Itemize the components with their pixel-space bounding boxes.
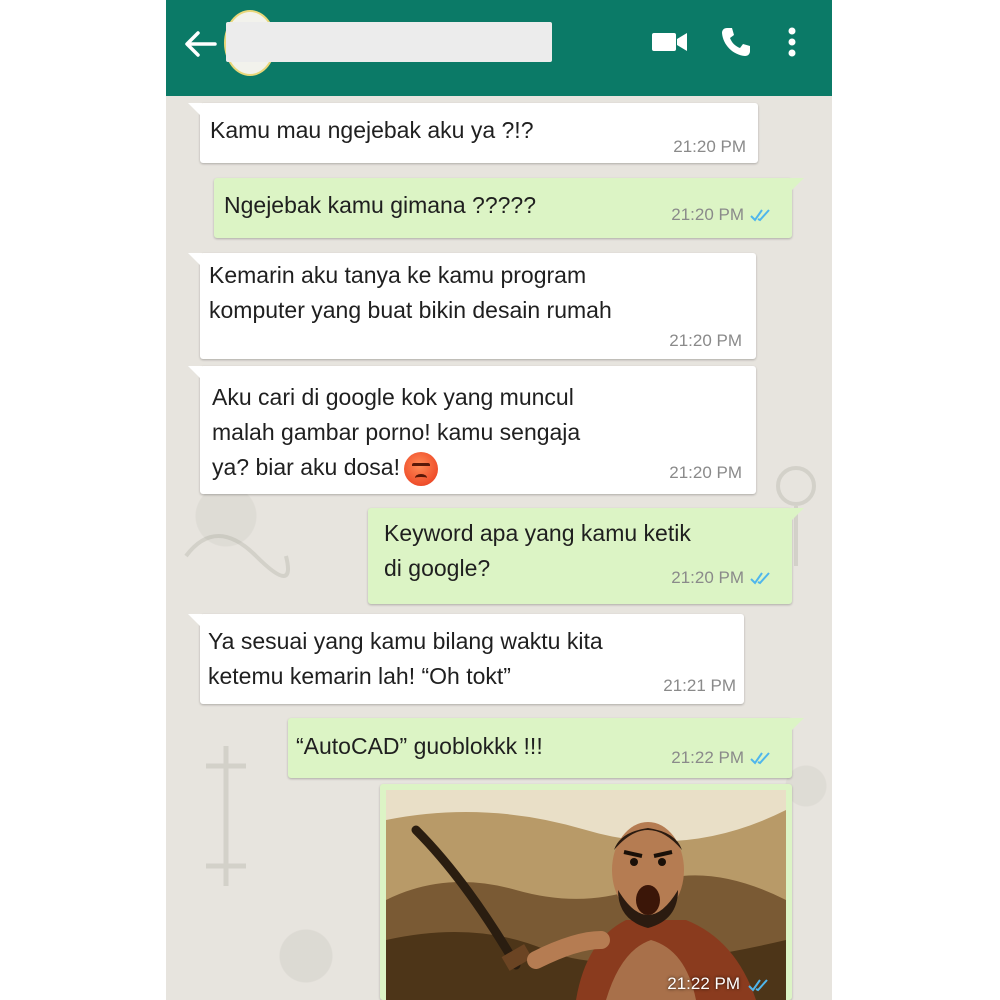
wallpaper-doodle-icon xyxy=(184,534,290,578)
message-line: malah gambar porno! kamu sengaja xyxy=(212,419,581,445)
message-text: Aku cari di google kok yang muncul malah… xyxy=(212,380,580,486)
chat-header xyxy=(166,0,832,96)
message-bubble-outgoing[interactable]: Keyword apa yang kamu ketik di google? 2… xyxy=(368,508,804,604)
message-line: Kemarin aku tanya ke kamu program xyxy=(209,262,587,288)
message-bubble-incoming[interactable]: Ya sesuai yang kamu bilang waktu kita ke… xyxy=(188,614,744,704)
message-bubble-incoming[interactable]: Kamu mau ngejebak aku ya ?!? 21:20 PM xyxy=(188,103,758,163)
double-check-read-icon xyxy=(748,979,768,992)
message-line: komputer yang buat bikin desain rumah xyxy=(209,297,612,323)
message-text: Kamu mau ngejebak aku ya ?!? xyxy=(210,117,534,143)
message-time: 21:21 PM xyxy=(663,676,736,695)
message-time: 21:20 PM xyxy=(671,205,744,224)
angry-face-emoji xyxy=(403,451,438,486)
message-bubble-outgoing[interactable]: Ngejebak kamu gimana ????? 21:20 PM xyxy=(214,178,804,238)
chat-screen: Kamu mau ngejebak aku ya ?!? 21:20 PM Ng… xyxy=(166,0,832,1000)
message-time: 21:22 PM xyxy=(667,974,740,993)
message-text: Kemarin aku tanya ke kamu program komput… xyxy=(209,258,612,328)
message-bubble-incoming[interactable]: Aku cari di google kok yang muncul malah… xyxy=(188,366,756,494)
message-time: 21:20 PM xyxy=(673,137,746,156)
message-time: 21:22 PM xyxy=(671,748,744,767)
message-bubble-image[interactable]: 21:22 PM xyxy=(380,784,792,1000)
message-line: ketemu kemarin lah! “Oh tok​t” xyxy=(208,663,511,689)
message-line: Keyword apa yang kamu ketik xyxy=(384,520,691,546)
double-check-read-icon xyxy=(750,752,770,765)
message-text: Ngejebak kamu gimana ????? xyxy=(224,192,536,218)
message-text: Ya sesuai yang kamu bilang waktu kita ke… xyxy=(208,624,603,694)
wallpaper-doodle-icon xyxy=(206,746,246,886)
message-line: Ya sesuai yang kamu bilang waktu kita xyxy=(208,628,603,654)
back-arrow-icon[interactable] xyxy=(180,24,220,64)
message-bubble-outgoing[interactable]: “AutoCAD” guoblokkk !!! 21:22 PM xyxy=(288,718,804,778)
message-time: 21:20 PM xyxy=(671,568,744,587)
more-vert-icon[interactable] xyxy=(780,22,804,62)
angry-warrior-shouting-photo[interactable]: 21:22 PM xyxy=(386,790,786,1000)
message-line: Aku cari di google kok yang muncul xyxy=(212,384,574,410)
message-bubble-incoming[interactable]: Kemarin aku tanya ke kamu program komput… xyxy=(188,253,756,359)
message-line: di google? xyxy=(384,555,491,581)
photo-illustration xyxy=(386,790,786,1000)
video-call-icon[interactable] xyxy=(650,22,690,62)
message-text: “AutoCAD” guoblokkk !!! xyxy=(296,733,543,759)
double-check-read-icon xyxy=(750,209,770,222)
double-check-read-icon xyxy=(750,572,770,585)
contact-name[interactable] xyxy=(226,22,552,62)
message-time: 21:20 PM xyxy=(669,463,742,482)
message-text: Keyword apa yang kamu ketik di google? xyxy=(384,516,691,586)
message-time: 21:20 PM xyxy=(669,331,742,350)
message-line: ya? biar aku dosa! xyxy=(212,454,400,480)
phone-call-icon[interactable] xyxy=(718,22,754,62)
